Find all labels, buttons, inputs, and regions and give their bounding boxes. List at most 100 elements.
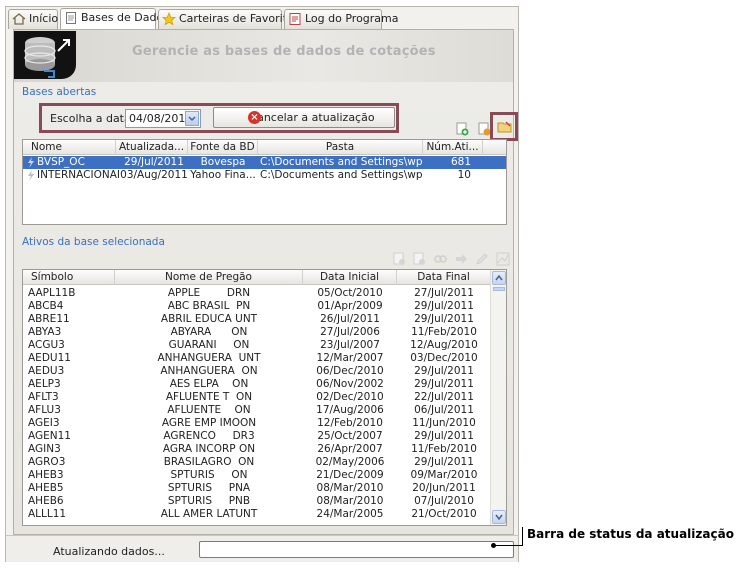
cell-nome-pregao: AGRA INCORP ON [162, 443, 256, 455]
cell-simbolo: AGRO3 [28, 456, 66, 468]
cancel-update-button[interactable]: × Cancelar a atualização [213, 107, 395, 128]
col-fonte[interactable]: Fonte da BD [188, 140, 258, 155]
table-row[interactable]: AHEB3 SPTURIS ON 21/Dec/2009 09/Mar/2010 [23, 469, 492, 482]
cell-nome: BVSP_OC [37, 156, 85, 168]
cell-simbolo: ABRE11 [28, 313, 70, 325]
table-row[interactable]: ABYA3 ABYARA ON 27/Jul/2006 11/Feb/2010 [23, 326, 492, 339]
ativos-table: Símbolo Nome de Pregão Data Inicial Data… [22, 269, 507, 526]
table-row[interactable]: ABRE11 ABRIL EDUCA UNT 26/Jul/2011 29/Jul/2… [23, 313, 492, 326]
tab-bases-de-dados[interactable]: Bases de Dados [60, 8, 169, 29]
log-icon [289, 13, 301, 25]
ativos-scrollbar[interactable] [490, 270, 506, 525]
arrow-right-icon[interactable] [454, 252, 468, 266]
table-row[interactable]: AHEB5 SPTURIS PNA 08/Mar/2010 20/Jun/2011 [23, 482, 492, 495]
callout-vline [522, 527, 523, 546]
table-row[interactable]: ABCB4 ABC BRASIL PN 01/Apr/2009 29/Jul/2011 [23, 300, 492, 313]
cell-nome-pregao: ABYARA ON [170, 326, 248, 338]
col-simbolo[interactable]: Símbolo [23, 270, 115, 285]
tab-log-do-programa[interactable]: Log do Programa [284, 9, 399, 29]
cell-data-final: 29/Jul/2011 [414, 456, 474, 468]
table-row[interactable]: ACGU3 GUARANI ON 23/Jul/2007 12/Aug/2010 [23, 339, 492, 352]
edit-asset-icon[interactable] [412, 252, 426, 266]
table-row[interactable]: ALLL11 ALL AMER LATUNT 24/Mar/2005 21/Oct/2… [23, 508, 492, 521]
tab-label: Carteiras de Favoritos [179, 12, 300, 25]
cell-data-inicial: 25/Oct/2007 [317, 430, 383, 442]
cell-nome-pregao: SPTURIS PNB [167, 495, 251, 507]
scroll-down-button[interactable] [492, 510, 506, 524]
cell-data-inicial: 26/Apr/2007 [317, 443, 383, 455]
scroll-thumb[interactable] [493, 287, 505, 291]
chart-asset-icon[interactable] [433, 252, 447, 266]
cell-data-final: 29/Jul/2011 [414, 365, 474, 377]
date-label: Escolha a data: [50, 112, 135, 125]
col-data-inicial[interactable]: Data Inicial [303, 270, 397, 285]
cell-atualizada: 29/Jul/2011 [124, 156, 184, 168]
cell-fonte: Bovespa [200, 156, 246, 168]
table-row[interactable]: AGEI3 AGRE EMP IMOON 12/Feb/2010 11/Jun/201… [23, 417, 492, 430]
new-database-icon[interactable] [455, 122, 469, 136]
cancel-icon: × [248, 111, 261, 124]
cell-nome-pregao: AES ELPA ON [169, 378, 249, 390]
table-row[interactable]: AGEN11 AGRENCO DR3 25/Oct/2007 29/Jul/2011 [23, 430, 492, 443]
cell-data-final: 11/Feb/2010 [411, 326, 477, 338]
star-icon [162, 12, 176, 26]
table-row[interactable]: AFLT3 AFLUENTE T ON 02/Dec/2010 22/Jul/2011 [23, 391, 492, 404]
table-row[interactable]: INTERNACIONAL 03/Aug/2011 Yahoo Fina... … [23, 169, 506, 182]
cell-data-inicial: 27/Jul/2006 [320, 326, 380, 338]
database-sync-icon [24, 37, 70, 78]
cell-nome-pregao: ANHANGUERA ON [160, 365, 258, 377]
col-nome-pregao[interactable]: Nome de Pregão [115, 270, 303, 285]
cell-data-inicial: 02/Dec/2010 [316, 391, 384, 403]
cell-num: 10 [457, 169, 471, 181]
cell-atualizada: 03/Aug/2011 [120, 169, 188, 181]
cell-simbolo: AHEB3 [28, 469, 64, 481]
cell-data-final: 29/Jul/2011 [414, 300, 474, 312]
lightning-icon [28, 157, 34, 168]
cell-data-final: 20/Jun/2011 [412, 482, 476, 494]
col-num-ativos[interactable]: Núm.Ati... [423, 140, 483, 155]
table-row[interactable]: BVSP_OC 29/Jul/2011 Bovespa C:\Documents… [23, 156, 506, 169]
cell-simbolo: AAPL11B [28, 287, 76, 299]
date-picker[interactable]: 04/08/2011 [125, 109, 201, 128]
table-row[interactable]: AEDU11 ANHANGUERA UNT 12/Mar/2007 03/Dec/20… [23, 352, 492, 365]
date-selector-group: Escolha a data: 04/08/2011 × Cancelar a … [39, 103, 399, 133]
cell-data-inicial: 26/Jul/2011 [320, 313, 380, 325]
update-progress-bar [199, 541, 514, 558]
table-row[interactable]: AAPL11B APPLE DRN 05/Oct/2010 27/Jul/2011 [23, 287, 492, 300]
cell-nome-pregao: SPTURIS ON [170, 469, 248, 481]
pencil-icon[interactable] [475, 252, 489, 266]
table-row[interactable]: AFLU3 AFLUENTE ON 17/Aug/2006 06/Jul/2011 [23, 404, 492, 417]
tab-carteiras-de-favoritos[interactable]: Carteiras de Favoritos [158, 9, 299, 29]
page-title: Gerencie as bases de dados de cotações [132, 44, 436, 59]
add-asset-icon[interactable] [392, 252, 406, 266]
cell-simbolo: AGIN3 [28, 443, 61, 455]
table-row[interactable]: AELP3 AES ELPA ON 06/Nov/2002 29/Jul/2011 [23, 378, 492, 391]
cell-data-inicial: 17/Aug/2006 [316, 404, 384, 416]
cell-simbolo: AHEB5 [28, 482, 64, 494]
open-folder-icon[interactable] [497, 119, 513, 135]
cell-simbolo: AGEN11 [28, 430, 71, 442]
cell-data-inicial: 21/Dec/2009 [316, 469, 384, 481]
cell-data-final: 06/Jul/2011 [414, 404, 474, 416]
ativos-table-header: Símbolo Nome de Pregão Data Inicial Data… [23, 270, 492, 285]
section-ativos: Ativos da base selecionada [22, 236, 165, 248]
col-pasta[interactable]: Pasta [258, 140, 423, 155]
cell-data-final: 03/Dec/2010 [410, 352, 478, 364]
date-dropdown-button[interactable] [185, 111, 199, 126]
col-data-final[interactable]: Data Final [397, 270, 491, 285]
table-row[interactable]: AGRO3 BRASILAGRO ON 02/May/2006 29/Jul/2011 [23, 456, 492, 469]
table-row[interactable]: AHEB6 SPTURIS PNB 08/Mar/2010 07/Jul/2010 [23, 495, 492, 508]
scroll-up-button[interactable] [492, 271, 506, 285]
edit-database-icon[interactable] [477, 122, 491, 136]
col-nome[interactable]: Nome [23, 140, 116, 155]
cell-data-final: 27/Jul/2011 [414, 287, 474, 299]
col-atualizada[interactable]: Atualizada... [116, 140, 188, 155]
chart-line-icon[interactable] [496, 252, 510, 266]
tab-inicio[interactable]: Início [8, 9, 58, 29]
table-row[interactable]: AEDU3 ANHANGUERA ON 06/Dec/2010 29/Jul/2011 [23, 365, 492, 378]
date-value: 04/08/2011 [129, 112, 193, 125]
table-row[interactable]: AGIN3 AGRA INCORP ON 26/Apr/2007 11/Feb/201… [23, 443, 492, 456]
cell-nome-pregao: AGRE EMP IMOON [161, 417, 257, 429]
cell-simbolo: AEDU3 [28, 365, 65, 377]
cell-data-inicial: 06/Nov/2002 [316, 378, 384, 390]
